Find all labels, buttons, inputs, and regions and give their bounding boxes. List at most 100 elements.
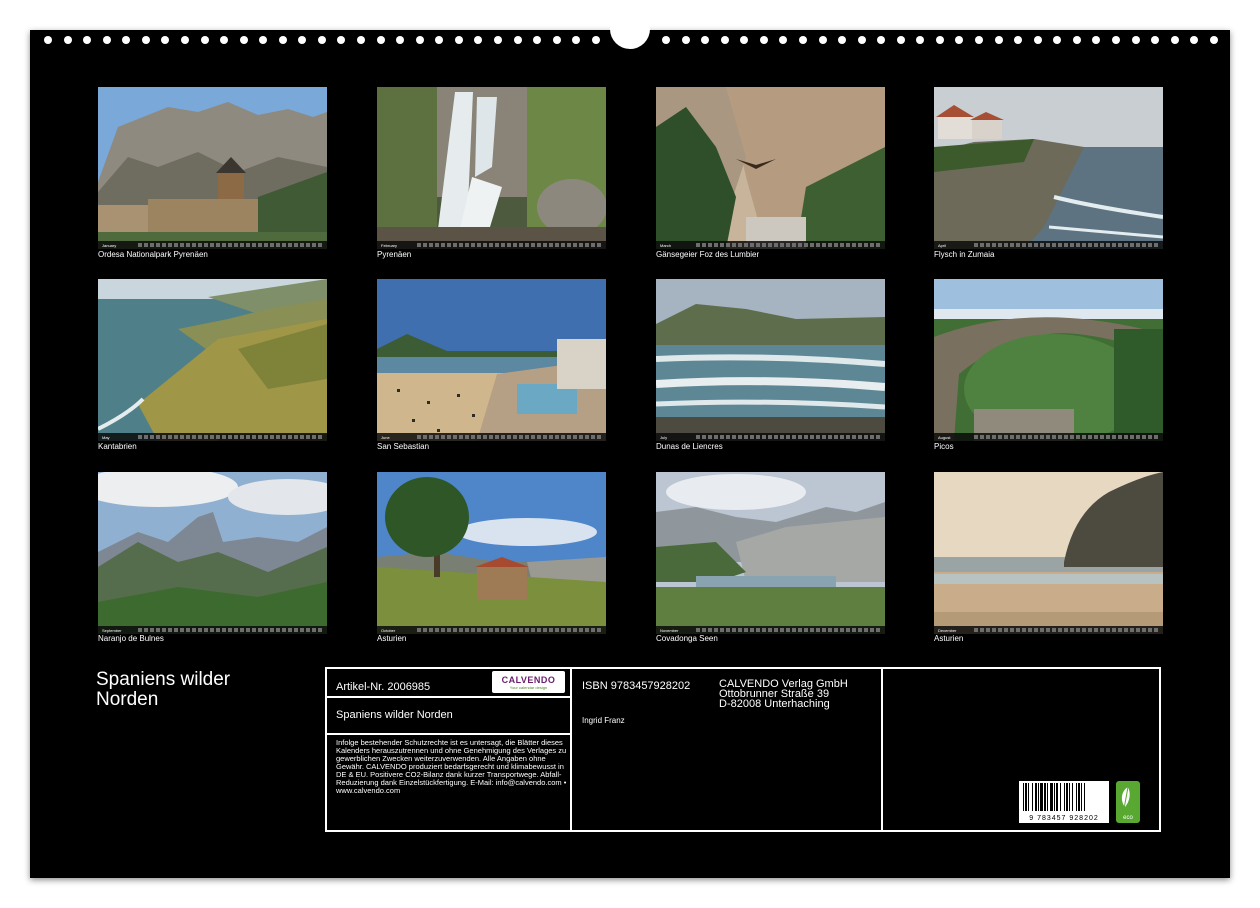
binding-hole bbox=[357, 36, 365, 44]
binding-hole bbox=[916, 36, 925, 44]
binding-hole bbox=[220, 36, 229, 44]
binding-hole bbox=[454, 36, 463, 44]
photo-caption: Asturien bbox=[934, 634, 964, 643]
photo-december: December bbox=[934, 472, 1163, 634]
binding-hole bbox=[1111, 36, 1120, 44]
photo-caption: Asturien bbox=[377, 634, 407, 643]
barcode-bar bbox=[1044, 783, 1046, 811]
month-label: June bbox=[381, 434, 390, 440]
photo-october: October bbox=[377, 472, 606, 634]
binding-hole bbox=[141, 36, 150, 44]
binding-hole bbox=[975, 36, 983, 44]
binding-hole bbox=[994, 36, 1003, 44]
binding-holes-right bbox=[662, 36, 1218, 44]
barcode-bar bbox=[1069, 783, 1070, 811]
month-label: October bbox=[381, 627, 396, 633]
barcode-bar bbox=[1025, 783, 1027, 811]
binding-hole bbox=[857, 36, 866, 44]
barcode-bar bbox=[1078, 783, 1080, 811]
binding-hole bbox=[1151, 36, 1160, 44]
binding-hole bbox=[935, 36, 944, 44]
barcode: 9 783457 928202 bbox=[1019, 781, 1109, 823]
binding-hole bbox=[896, 36, 905, 44]
binding-hole bbox=[317, 36, 326, 44]
eco-leaf-icon: eco bbox=[1116, 781, 1140, 823]
binding-hole bbox=[955, 36, 964, 44]
barcode-bar bbox=[1050, 783, 1053, 811]
binding-hole bbox=[1131, 36, 1140, 44]
barcode-bar bbox=[1084, 783, 1085, 811]
photo-february: February bbox=[377, 87, 606, 249]
month-label: March bbox=[660, 242, 672, 248]
binding-hole bbox=[1092, 36, 1101, 44]
month-label: December bbox=[938, 627, 957, 633]
author: Ingrid Franz bbox=[582, 716, 625, 725]
binding-hole bbox=[779, 36, 788, 44]
binding-hole bbox=[337, 36, 346, 44]
binding-hole bbox=[572, 36, 581, 44]
binding-holes-left bbox=[44, 36, 600, 44]
photo-july: July bbox=[656, 279, 885, 441]
binding-hole bbox=[200, 36, 209, 44]
barcode-bar bbox=[1032, 783, 1033, 811]
barcode-bar bbox=[1072, 783, 1073, 811]
photo-november: November bbox=[656, 472, 885, 634]
barcode-bar bbox=[1060, 783, 1061, 811]
barcode-bar bbox=[1054, 783, 1055, 811]
barcode-bar bbox=[1064, 783, 1065, 811]
calendar-title: Spaniens wilder Norden bbox=[96, 669, 231, 710]
binding-hole bbox=[102, 36, 111, 44]
barcode-bar bbox=[1066, 783, 1068, 811]
binding-hole bbox=[63, 36, 72, 44]
photo-caption: Pyrenäen bbox=[377, 250, 412, 259]
photo-caption: San Sebastian bbox=[377, 442, 430, 451]
photo-caption: Picos bbox=[934, 442, 954, 451]
barcode-bar bbox=[1076, 783, 1077, 811]
photo-june: June bbox=[377, 279, 606, 441]
article-number: Artikel-Nr. 2006985 bbox=[336, 681, 431, 693]
binding-hole bbox=[83, 36, 92, 44]
binding-hole bbox=[1072, 36, 1081, 44]
publisher-address: CALVENDO Verlag GmbH Ottobrunner Straße … bbox=[719, 679, 848, 710]
binding-hole bbox=[415, 36, 424, 44]
binding-hole bbox=[298, 36, 307, 44]
barcode-bar bbox=[1028, 783, 1029, 811]
binding-hole bbox=[513, 36, 522, 44]
binding-hole bbox=[701, 36, 710, 44]
binding-hole bbox=[1209, 36, 1218, 44]
photo-caption: Kantabrien bbox=[98, 442, 137, 451]
month-label: November bbox=[660, 627, 679, 633]
product-title: Spaniens wilder Norden bbox=[336, 709, 453, 721]
photo-caption: Gänsegeier Foz des Lumbier bbox=[656, 250, 760, 259]
binding-hole bbox=[591, 36, 600, 44]
barcode-bar bbox=[1056, 783, 1058, 811]
photo-caption: Flysch in Zumaia bbox=[934, 250, 995, 259]
month-label: May bbox=[102, 434, 110, 440]
binding-hole bbox=[533, 36, 542, 44]
calvendo-logo: CALVENDO Your calendar design bbox=[492, 671, 565, 693]
binding-hole bbox=[239, 36, 248, 44]
binding-hole bbox=[1190, 36, 1199, 44]
photo-caption: Ordesa Nationalpark Pyrenäen bbox=[98, 250, 208, 259]
binding-hole bbox=[720, 36, 729, 44]
binding-hole bbox=[759, 36, 768, 44]
photo-april: April bbox=[934, 87, 1163, 249]
barcode-bar bbox=[1023, 783, 1024, 811]
panel-divider bbox=[570, 667, 572, 832]
panel-divider bbox=[325, 696, 571, 698]
photo-caption: Naranjo de Bulnes bbox=[98, 634, 164, 643]
photo-caption: Covadonga Seen bbox=[656, 634, 718, 643]
binding-hole bbox=[818, 36, 827, 44]
binding-hole bbox=[44, 36, 52, 44]
eco-label: eco bbox=[1123, 815, 1133, 821]
barcode-bar bbox=[1040, 783, 1043, 811]
month-label: July bbox=[660, 434, 668, 440]
barcode-bar bbox=[1047, 783, 1048, 811]
legal-text: Infolge bestehender Schutzrechte ist es … bbox=[336, 738, 567, 795]
photo-march: March bbox=[656, 87, 885, 249]
barcode-bar bbox=[1035, 783, 1037, 811]
binding-hole bbox=[798, 36, 807, 44]
binding-hole bbox=[278, 36, 287, 44]
binding-hole bbox=[122, 36, 131, 44]
photo-august: August bbox=[934, 279, 1163, 441]
